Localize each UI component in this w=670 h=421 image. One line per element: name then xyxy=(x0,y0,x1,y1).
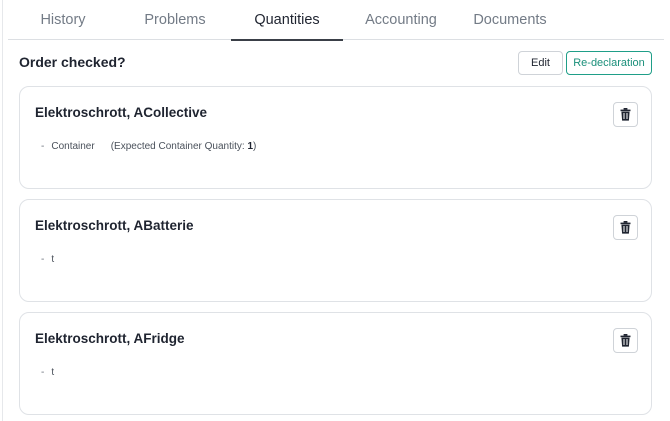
edit-button[interactable]: Edit xyxy=(518,51,563,75)
tab-quantities[interactable]: Quantities xyxy=(231,0,343,41)
item-name: t xyxy=(51,367,55,378)
list-item: - Container (Expected Container Quantity… xyxy=(41,141,256,152)
trash-icon xyxy=(620,334,631,347)
quantities-page: History Problems Quantities Accounting D… xyxy=(0,0,670,421)
list-item: - t xyxy=(41,367,54,378)
trash-icon xyxy=(620,221,631,234)
trash-icon xyxy=(620,108,631,121)
bullet-dash: - xyxy=(41,254,45,265)
bullet-dash: - xyxy=(41,367,45,378)
page-left-border xyxy=(2,0,3,421)
re-declaration-button[interactable]: Re-declaration xyxy=(566,51,652,75)
card-title: Elektroschrott, AFridge xyxy=(35,331,185,346)
delete-button[interactable] xyxy=(613,102,638,127)
card-title: Elektroschrott, ABatterie xyxy=(35,218,194,233)
list-item: - t xyxy=(41,254,54,265)
tab-accounting[interactable]: Accounting xyxy=(345,0,457,40)
quantity-card: Elektroschrott, AFridge - t xyxy=(19,312,652,415)
delete-button[interactable] xyxy=(613,328,638,353)
order-checked-label: Order checked? xyxy=(19,54,126,70)
expected-quantity: (Expected Container Quantity: 1) xyxy=(110,141,257,152)
tab-history[interactable]: History xyxy=(8,0,118,40)
quantity-card: Elektroschrott, ABatterie - t xyxy=(19,199,652,302)
quantity-card: Elektroschrott, ACollective - Container … xyxy=(19,86,652,189)
item-name: Container xyxy=(51,141,95,152)
tab-bar: History Problems Quantities Accounting D… xyxy=(8,0,664,41)
bullet-dash: - xyxy=(41,141,45,152)
item-name: t xyxy=(51,254,55,265)
card-title: Elektroschrott, ACollective xyxy=(35,105,208,120)
tab-problems[interactable]: Problems xyxy=(120,0,230,40)
delete-button[interactable] xyxy=(613,215,638,240)
tab-documents[interactable]: Documents xyxy=(454,0,566,40)
